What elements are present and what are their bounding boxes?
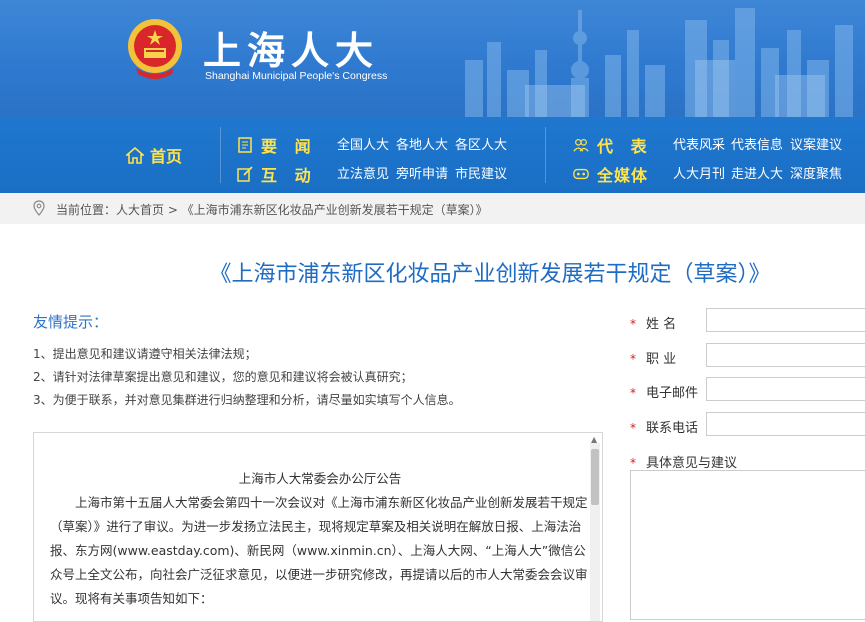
site-title[interactable]: 上海人大 [203,20,379,75]
nav-group-news[interactable]: 要 闻 [237,133,317,157]
email-label-text: 电子邮件 [646,386,699,401]
tips-heading: 友情提示： [33,313,109,331]
notice-content: 上海市人大常委会办公厅公告 上海市第十五届人大常委会第四十一次会议对《上海市浦东… [50,467,590,611]
nav-divider [545,127,546,183]
location-pin-icon [33,200,45,216]
nav-group-media[interactable]: 全媒体 [573,162,648,186]
nav-link-audit-apply[interactable]: 旁听申请 [396,163,448,182]
opinion-label-text: 具体意见与建议 [646,456,738,471]
nav-link-district[interactable]: 各区人大 [455,134,507,153]
nav-group-label: 代 表 [597,137,653,156]
nav-group-label: 互 动 [261,166,317,185]
home-icon [126,146,144,164]
required-mark: * [630,317,636,331]
job-field[interactable] [706,343,865,367]
notice-scrollbar[interactable]: ▲ [590,435,600,621]
nav-group-interact[interactable]: 互 动 [237,162,317,186]
nav-divider [220,127,221,183]
tip-item: 1、提出意见和建议请遵守相关法律法规； [33,347,257,361]
breadcrumb: 当前位置：人大首页 > 《上海市浦东新区化妆品产业创新发展若干规定（草案）》 [0,193,865,224]
national-emblem-logo[interactable] [124,16,186,82]
people-icon [573,139,589,152]
nav-link-motions[interactable]: 议案建议 [790,134,842,153]
edit-icon [237,166,253,182]
nav-home-label: 首页 [150,147,183,166]
required-mark: * [630,352,636,366]
news-icon [238,137,252,153]
nav-link-visit[interactable]: 走进人大 [731,163,783,182]
notice-body: 上海市第十五届人大常委会第四十一次会议对《上海市浦东新区化妆品产业创新发展若干规… [50,495,588,606]
opinion-textarea[interactable] [630,470,865,620]
nav-link-monthly[interactable]: 人大月刊 [673,163,725,182]
job-label: * 职 业 [630,348,676,367]
tip-item: 2、请针对法律草案提出意见和建议，您的意见和建议将会被认真研究； [33,370,413,384]
city-skyline-image [465,8,853,117]
nav-link-deputy-info[interactable]: 代表信息 [731,134,783,153]
nav-link-citizen-suggestion[interactable]: 市民建议 [455,163,507,182]
notice-heading: 上海市人大常委会办公厅公告 [238,471,402,486]
tip-item: 3、为便于联系，并对意见集群进行归纳整理和分析，请尽量如实填写个人信息。 [33,393,461,407]
scroll-up-icon[interactable]: ▲ [591,435,597,444]
nav-link-local[interactable]: 各地人大 [396,134,448,153]
phone-label-text: 联系电话 [646,421,699,436]
name-label-text: 姓 名 [646,317,677,332]
name-field[interactable] [706,308,865,332]
header-banner: 上海人大 Shanghai Municipal People's Congres… [0,0,865,117]
required-mark: * [630,456,636,470]
nav-link-legislative-opinion[interactable]: 立法意见 [337,163,389,182]
media-icon [573,168,589,180]
required-mark: * [630,421,636,435]
job-label-text: 职 业 [646,352,677,367]
phone-label: * 联系电话 [630,417,698,436]
site-subtitle: Shanghai Municipal People's Congress [205,70,388,82]
notice-panel[interactable]: 上海市人大常委会办公厅公告 上海市第十五届人大常委会第四十一次会议对《上海市浦东… [33,432,603,622]
scrollbar-thumb[interactable] [591,449,599,505]
page-title: 《上海市浦东新区化妆品产业创新发展若干规定（草案）》 [209,262,771,287]
nav-link-in-depth[interactable]: 深度聚焦 [790,163,842,182]
main-nav: 首页 要 闻 全国人大 各地人大 各区人大 互 动 立法意见 旁听申请 市民建议… [0,117,865,193]
nav-link-national[interactable]: 全国人大 [337,134,389,153]
email-label: * 电子邮件 [630,382,698,401]
breadcrumb-text[interactable]: 当前位置：人大首页 > 《上海市浦东新区化妆品产业创新发展若干规定（草案）》 [56,201,488,218]
required-mark: * [630,386,636,400]
nav-group-deputies[interactable]: 代 表 [573,133,653,157]
nav-link-deputy-profiles[interactable]: 代表风采 [673,134,725,153]
nav-group-label: 全媒体 [597,166,649,185]
name-label: * 姓 名 [630,313,676,332]
phone-field[interactable] [706,412,865,436]
email-field[interactable] [706,377,865,401]
opinion-label: * 具体意见与建议 [630,452,737,471]
nav-group-label: 要 闻 [261,137,317,156]
nav-home[interactable]: 首页 [126,143,182,167]
